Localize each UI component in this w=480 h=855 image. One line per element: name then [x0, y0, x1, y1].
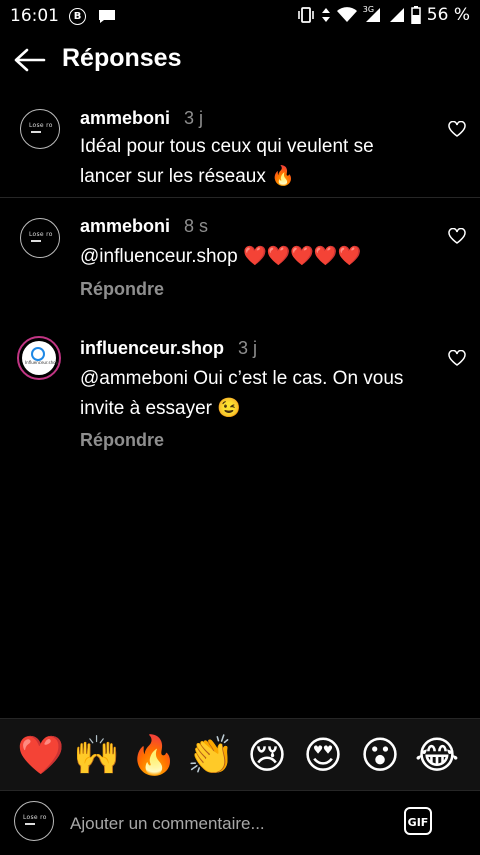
- avatar: Lose ro: [14, 801, 54, 841]
- network-type: 3G: [362, 5, 375, 14]
- reply-button[interactable]: Répondre: [80, 279, 164, 300]
- signal-icon-2: [387, 7, 405, 23]
- comment-text: @influenceur.shop ❤️❤️❤️❤️❤️: [80, 246, 362, 267]
- like-heart-icon[interactable]: [448, 120, 466, 137]
- emoji-laughing-button[interactable]: 😂: [414, 733, 460, 777]
- like-heart-icon[interactable]: [448, 349, 466, 366]
- avatar-bar: [31, 240, 41, 242]
- avatar-bar: [31, 131, 41, 133]
- username-text[interactable]: influenceur.shop: [80, 338, 224, 358]
- bitcoin-icon: B: [69, 8, 86, 25]
- avatar[interactable]: Lose ro: [20, 109, 60, 149]
- page-title: Réponses: [62, 44, 182, 72]
- comment-time: 3 j: [238, 338, 258, 358]
- emoji-raising-hands-button[interactable]: 🙌: [73, 733, 120, 777]
- emoji-heart-button[interactable]: ❤️: [17, 733, 64, 777]
- emoji-surprised-button[interactable]: 😮: [357, 733, 403, 777]
- emoji-crying-button[interactable]: 😢: [244, 733, 290, 777]
- battery-percent: 56 %: [426, 5, 470, 25]
- comment-input-bar: Lose ro GIF: [0, 790, 480, 855]
- comment-time: 8 s: [184, 216, 209, 236]
- gif-button[interactable]: GIF: [404, 807, 432, 835]
- comment-input[interactable]: [68, 812, 392, 836]
- comment-username[interactable]: influenceur.shop 3 j: [80, 338, 257, 359]
- avatar[interactable]: Influenceur.shop: [17, 336, 61, 380]
- status-icons: 3G 56 %: [297, 5, 470, 25]
- avatar-mark: [31, 347, 45, 361]
- wifi-icon: [336, 7, 357, 23]
- username-text[interactable]: ammeboni: [80, 108, 170, 128]
- avatar-label: Lose ro: [23, 814, 47, 821]
- comment-text: @ammeboni Oui c’est le cas. On vous invi…: [80, 368, 404, 419]
- status-bar: 16:01 B 3G 56 %: [0, 0, 480, 32]
- vibrate-icon: [297, 7, 315, 23]
- message-icon: [98, 9, 116, 28]
- avatar-label: Lose ro: [29, 122, 53, 129]
- emoji-bar: ❤️ 🙌 🔥 👏 😢 😍 😮 😂: [0, 718, 480, 791]
- comment-username[interactable]: ammeboni 8 s: [80, 216, 208, 237]
- reply-button[interactable]: Répondre: [80, 430, 164, 451]
- battery-icon: [411, 6, 421, 24]
- back-arrow-icon[interactable]: [14, 48, 46, 72]
- comment-username[interactable]: ammeboni 3 j: [80, 108, 203, 129]
- divider: [0, 197, 480, 198]
- emoji-heart-eyes-button[interactable]: 😍: [300, 733, 346, 777]
- avatar-label: Lose ro: [29, 231, 53, 238]
- avatar[interactable]: Lose ro: [20, 218, 60, 258]
- comment-time: 3 j: [184, 108, 204, 128]
- app-header: Réponses: [0, 32, 480, 88]
- emoji-fire-button[interactable]: 🔥: [130, 733, 177, 777]
- status-time: 16:01: [10, 6, 59, 26]
- data-arrows-icon: [321, 7, 331, 23]
- emoji-clapping-button[interactable]: 👏: [187, 733, 234, 777]
- signal-icon: 3G: [362, 5, 381, 23]
- comment-text: Idéal pour tous ceux qui veulent se lanc…: [80, 136, 374, 187]
- username-text[interactable]: ammeboni: [80, 216, 170, 236]
- avatar-bar: [25, 823, 35, 825]
- avatar-label: Influenceur.shop: [25, 360, 59, 365]
- like-heart-icon[interactable]: [448, 227, 466, 244]
